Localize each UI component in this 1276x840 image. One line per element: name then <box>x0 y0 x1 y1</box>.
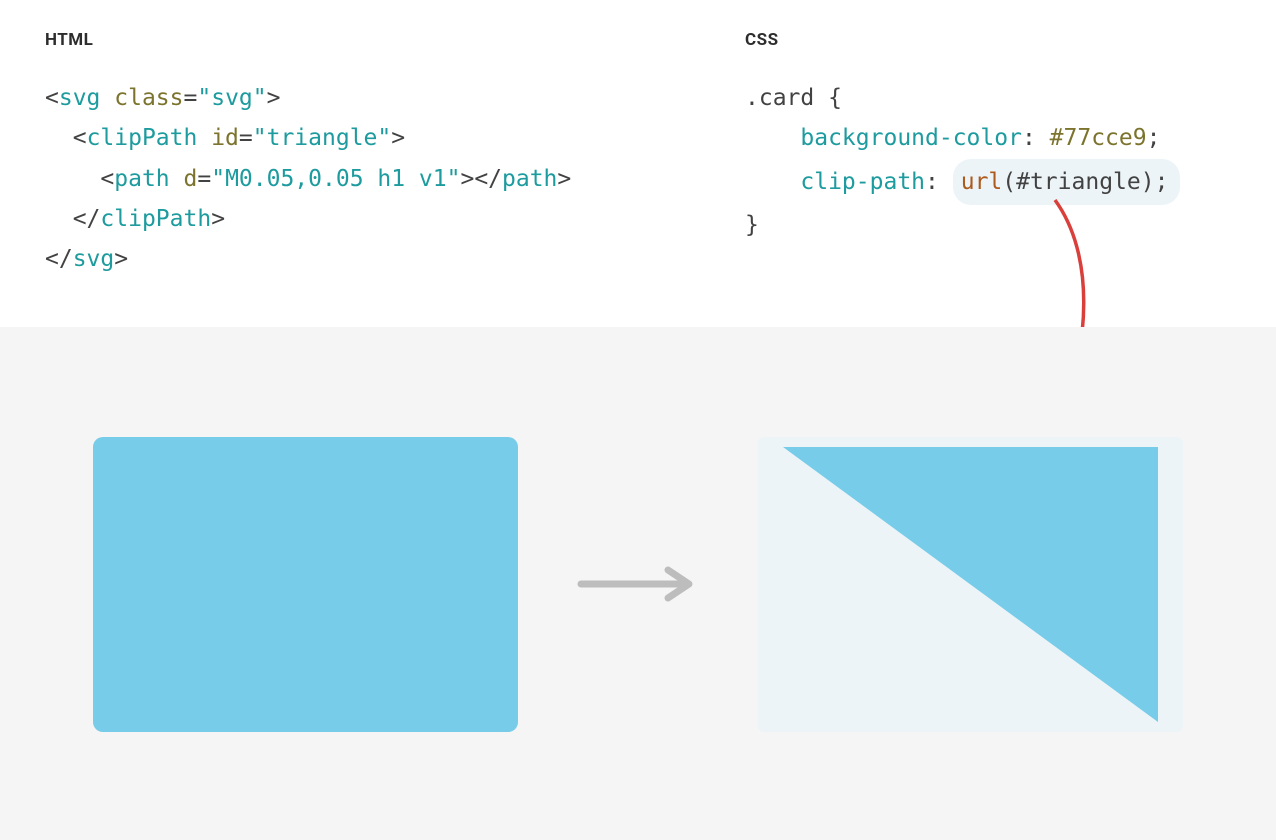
code-token <box>100 85 114 111</box>
code-token: clip-path <box>800 169 925 195</box>
code-token: < <box>45 85 59 111</box>
code-token: id <box>211 125 239 151</box>
code-token: svg <box>73 246 115 272</box>
code-token: clipPath <box>87 125 198 151</box>
code-token: "svg" <box>197 85 266 111</box>
code-token: > <box>114 246 128 272</box>
code-token: #77cce9 <box>1050 125 1147 151</box>
code-token: > <box>211 206 225 232</box>
highlight-url-reference: url(#triangle); <box>953 159 1181 205</box>
code-token: < <box>73 125 87 151</box>
code-token <box>45 206 73 232</box>
code-token: .card <box>745 85 814 111</box>
html-label: HTML <box>45 30 685 50</box>
code-token: "M0.05,0.05 h1 v1" <box>211 166 460 192</box>
arrow-right-icon <box>573 560 703 610</box>
transform-arrow <box>573 560 703 610</box>
card-after <box>783 447 1158 722</box>
code-section: HTML <svg class="svg"> <clipPath id="tri… <box>0 0 1276 327</box>
illustration-section <box>0 327 1276 840</box>
code-token: = <box>184 85 198 111</box>
code-token: } <box>745 212 759 238</box>
code-token: svg <box>59 85 101 111</box>
code-token: = <box>239 125 253 151</box>
code-token <box>745 169 800 195</box>
code-token: clipPath <box>100 206 211 232</box>
code-token: > <box>267 85 281 111</box>
code-token <box>170 166 184 192</box>
code-token <box>45 125 73 151</box>
code-token <box>45 166 100 192</box>
css-code-block: .card { background-color: #77cce9; clip-… <box>745 78 1246 245</box>
code-token: (#triangle); <box>1002 169 1168 195</box>
code-token: url <box>961 169 1003 195</box>
code-token: : <box>925 169 953 195</box>
css-label: CSS <box>745 30 1246 50</box>
html-code-block: <svg class="svg"> <clipPath id="triangle… <box>45 78 685 279</box>
code-token <box>745 125 800 151</box>
cards-row <box>0 437 1276 732</box>
code-token: path <box>502 166 557 192</box>
code-token <box>197 125 211 151</box>
code-token: "triangle" <box>253 125 391 151</box>
card-after-wrapper <box>758 437 1183 732</box>
code-token: { <box>814 85 842 111</box>
css-column: CSS .card { background-color: #77cce9; c… <box>745 30 1246 297</box>
code-token: > <box>557 166 571 192</box>
code-token: = <box>197 166 211 192</box>
code-token: path <box>114 166 169 192</box>
code-token: ; <box>1147 125 1161 151</box>
code-token: > <box>391 125 405 151</box>
code-token: background-color <box>800 125 1022 151</box>
code-token: d <box>184 166 198 192</box>
code-token: class <box>114 85 183 111</box>
code-token: </ <box>45 246 73 272</box>
code-token: </ <box>73 206 101 232</box>
code-token: : <box>1022 125 1050 151</box>
html-column: HTML <svg class="svg"> <clipPath id="tri… <box>45 30 685 297</box>
code-token: ></ <box>460 166 502 192</box>
code-token: < <box>100 166 114 192</box>
card-before <box>93 437 518 732</box>
